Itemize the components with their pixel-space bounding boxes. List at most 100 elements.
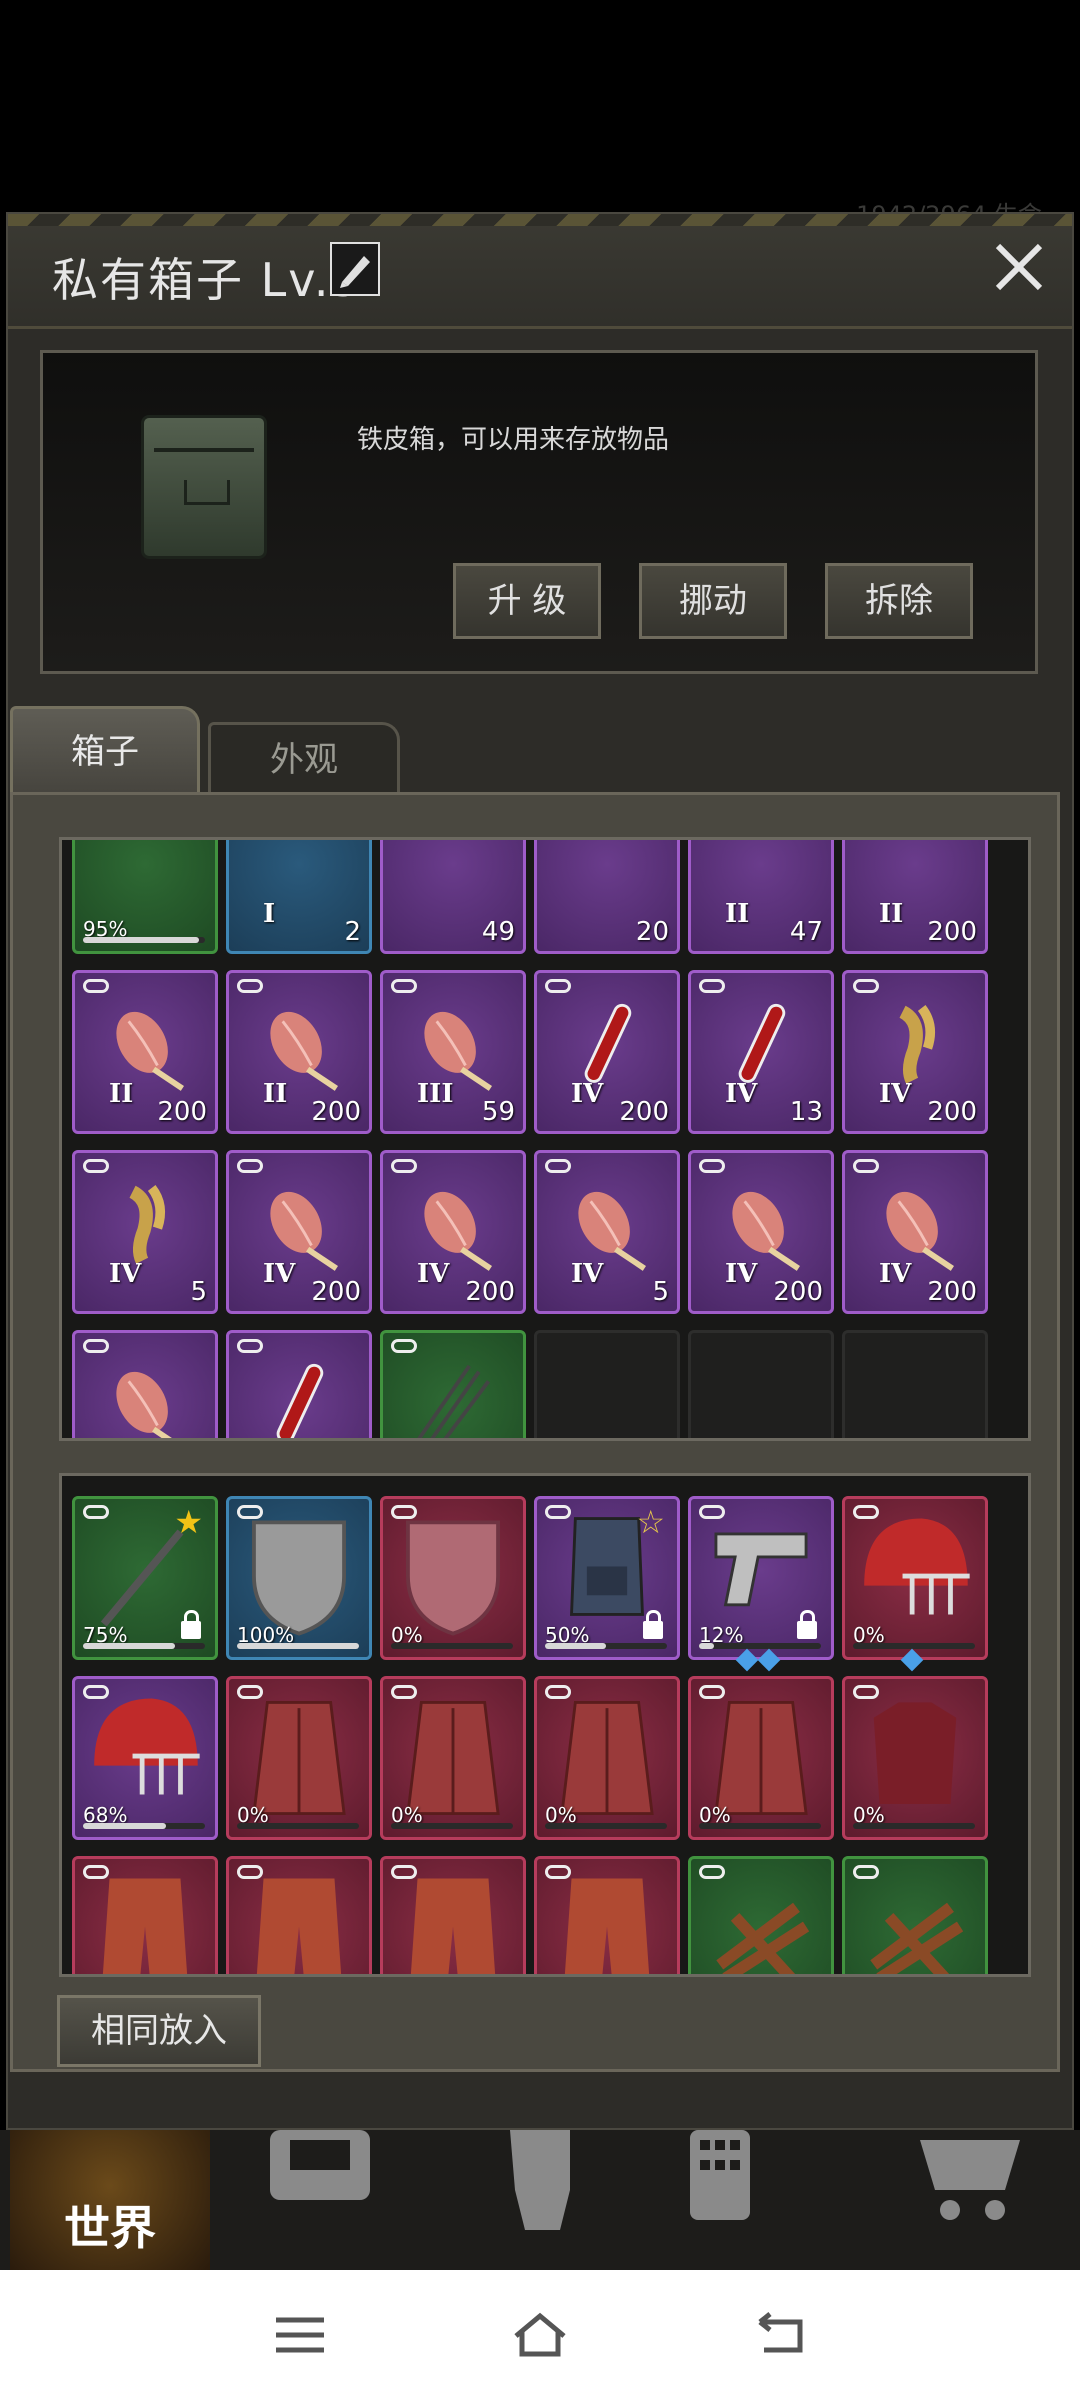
storage-slot[interactable]: II 200 [72, 970, 218, 1134]
equipment-slot[interactable]: 75% ★ [72, 1496, 218, 1660]
equipment-slot[interactable] [226, 1856, 372, 1974]
equipment-slot[interactable]: 12% [688, 1496, 834, 1660]
item-quantity: 59 [481, 1097, 515, 1127]
iron-chest-icon [141, 415, 267, 559]
storage-slot[interactable]: IV200 [72, 1330, 218, 1438]
storage-grid: 95% I 2 49 20 II 47 II 200 II 200 II 200 III 59 IV 200 IV… [59, 837, 1031, 1441]
storage-slot[interactable]: II 200 [226, 970, 372, 1134]
empty-slot[interactable] [534, 1330, 680, 1438]
item-tier: IV [417, 1259, 450, 1289]
storage-slot[interactable]: 49 [380, 840, 526, 954]
durability-bar [545, 1823, 667, 1829]
link-icon [237, 1505, 263, 1519]
storage-slot[interactable]: IV 5 [534, 1150, 680, 1314]
item-quantity: 49 [481, 917, 515, 947]
same-put-in-button[interactable]: 相同放入 [57, 1995, 261, 2067]
item-quantity: 200 [927, 1277, 977, 1307]
equipment-slot[interactable] [380, 1856, 526, 1974]
item-quantity: 200 [927, 917, 977, 947]
item-quantity: 200 [927, 1097, 977, 1127]
storage-slot[interactable]: IV200 [842, 970, 988, 1134]
equipment-slot[interactable]: 68% [72, 1676, 218, 1840]
durability-bar [237, 1643, 359, 1649]
tab-appearance[interactable]: 外观 [208, 722, 400, 798]
link-icon [237, 1865, 263, 1879]
close-icon[interactable] [990, 238, 1048, 296]
item-quantity: 200 [157, 1097, 207, 1127]
storage-slot[interactable]: I2 [226, 840, 372, 954]
equipment-slot[interactable]: 0% [380, 1676, 526, 1840]
link-icon [853, 1865, 879, 1879]
lock-icon [797, 1610, 817, 1639]
equipment-slot[interactable]: 0% [842, 1676, 988, 1840]
storage-slot[interactable]: II 200 [842, 840, 988, 954]
equipment-slot[interactable]: 0% [380, 1496, 526, 1660]
storage-slot[interactable]: 95% [72, 840, 218, 954]
equipment-slot[interactable] [688, 1856, 834, 1974]
storage-slot[interactable]: IV200 [688, 1150, 834, 1314]
menu-icon[interactable] [270, 2310, 330, 2360]
backpack-icon [270, 2130, 370, 2200]
move-button[interactable]: 挪动 [639, 563, 787, 639]
star-icon: ☆ [636, 1503, 665, 1541]
item-quantity: 2 [344, 917, 361, 947]
storage-slot[interactable]: 20 [534, 840, 680, 954]
equipment-slot[interactable] [534, 1856, 680, 1974]
item-tier: IV [725, 1259, 758, 1289]
durability-bar-fill [545, 1643, 606, 1649]
storage-slot[interactable]: IV 5 [72, 1150, 218, 1314]
item-tier: IV [725, 1079, 758, 1109]
title-bar: 私有箱子 Lv.5 [8, 214, 1072, 329]
equipment-slot[interactable]: 0% [226, 1676, 372, 1840]
empty-slot[interactable] [842, 1330, 988, 1438]
item-tier: II [263, 1079, 288, 1109]
link-icon [237, 979, 263, 993]
link-icon [545, 1865, 571, 1879]
storage-slot[interactable]: III 59 [380, 970, 526, 1134]
storage-slot[interactable]: II 47 [688, 840, 834, 954]
nav-skills[interactable] [470, 2130, 670, 2270]
star-icon: ★ [174, 1503, 203, 1541]
nav-world[interactable]: 世界 [10, 2130, 210, 2270]
storage-slot[interactable]: IV200 [842, 1150, 988, 1314]
link-icon [83, 1865, 109, 1879]
equipment-slot[interactable]: 100% [226, 1496, 372, 1660]
durability-bar-fill [237, 1643, 359, 1649]
storage-slot[interactable]: V46 [226, 1330, 372, 1438]
storage-slot[interactable]: IV200 [226, 1150, 372, 1314]
item-tier: IV [571, 1259, 604, 1289]
storage-slot[interactable]: IV200 [380, 1150, 526, 1314]
storage-slot[interactable]: 200 [380, 1330, 526, 1438]
bottom-nav: 世界 [0, 2130, 1080, 2270]
calculator-icon [690, 2130, 750, 2220]
durability-bar-fill [83, 1823, 166, 1829]
durability-bar-fill [699, 1643, 714, 1649]
nav-backpack[interactable] [250, 2130, 450, 2270]
equipment-slot[interactable]: 50% ☆ [534, 1496, 680, 1660]
equipment-slot[interactable] [842, 1856, 988, 1974]
item-quantity: 200 [311, 1277, 361, 1307]
storage-slot[interactable]: IV 13 [688, 970, 834, 1134]
tab-box[interactable]: 箱子 [10, 706, 200, 798]
link-icon [853, 979, 879, 993]
dismantle-button[interactable]: 拆除 [825, 563, 973, 639]
equipment-slot[interactable]: 0% [688, 1676, 834, 1840]
head-icon [510, 2130, 570, 2230]
nav-crafting[interactable] [660, 2130, 860, 2270]
link-icon [853, 1159, 879, 1173]
equipment-slot[interactable]: 0% [842, 1496, 988, 1660]
equipment-slot[interactable]: 0% [534, 1676, 680, 1840]
edit-icon[interactable] [330, 242, 380, 296]
home-icon[interactable] [510, 2310, 570, 2360]
item-quantity: 200 [311, 1097, 361, 1127]
item-tier: IV [109, 1259, 142, 1289]
equipment-slot[interactable] [72, 1856, 218, 1974]
link-icon [391, 1159, 417, 1173]
item-tier: III [417, 1079, 454, 1109]
empty-slot[interactable] [688, 1330, 834, 1438]
upgrade-button[interactable]: 升 级 [453, 563, 601, 639]
nav-shop[interactable] [880, 2130, 1080, 2270]
back-icon[interactable] [750, 2310, 810, 2360]
storage-slot[interactable]: IV200 [534, 970, 680, 1134]
link-icon [83, 1505, 109, 1519]
